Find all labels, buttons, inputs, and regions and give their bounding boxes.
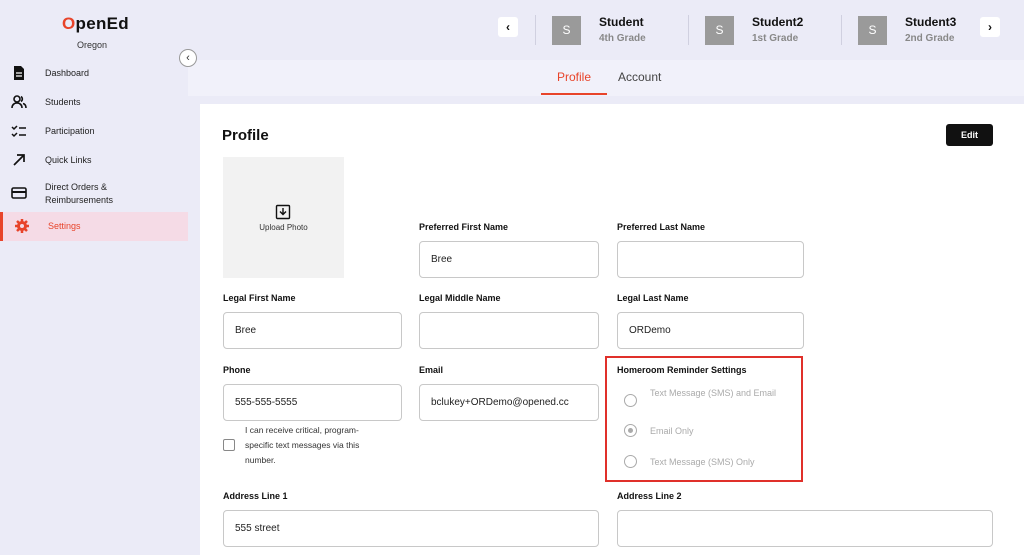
radio-email-only[interactable] — [624, 424, 637, 437]
sidebar-item-label: Participation — [45, 125, 95, 136]
sidebar-item-participation[interactable]: Participation — [0, 122, 188, 140]
address-line-1-field[interactable]: 555 street — [223, 510, 599, 547]
student-name: Student2 — [752, 15, 804, 29]
email-field[interactable]: bclukey+ORDemo@opened.cc — [419, 384, 599, 421]
sidebar: OpenEd Oregon Dashboard Students Partici… — [0, 0, 188, 555]
tab-account[interactable]: Account — [618, 70, 661, 84]
divider — [535, 15, 536, 45]
legal-first-name-label: Legal First Name — [223, 293, 296, 303]
sidebar-item-direct-orders[interactable]: Direct Orders & Reimbursements — [0, 180, 188, 208]
gear-icon — [15, 219, 29, 233]
student-grade: 4th Grade — [599, 33, 646, 44]
preferred-first-name-label: Preferred First Name — [419, 222, 509, 232]
divider — [841, 15, 842, 45]
address-line-2-field[interactable] — [617, 510, 993, 547]
sms-consent-label: I can receive critical, program-specific… — [245, 425, 360, 465]
student-name: Student3 — [905, 15, 957, 29]
sidebar-item-dashboard[interactable]: Dashboard — [0, 64, 188, 82]
profile-tabs: Profile Account — [188, 60, 1024, 96]
active-tab-indicator — [541, 93, 607, 95]
student-card[interactable]: S Student 4th Grade — [552, 14, 672, 46]
preferred-last-name-label: Preferred Last Name — [617, 222, 706, 232]
phone-label: Phone — [223, 365, 251, 375]
legal-middle-name-field[interactable] — [419, 312, 599, 349]
sidebar-item-label: Settings — [48, 221, 81, 231]
collapse-sidebar-button[interactable]: ‹ — [179, 49, 197, 67]
avatar: S — [858, 16, 887, 45]
page-title: Profile — [222, 127, 269, 144]
address-line-1-label: Address Line 1 — [223, 491, 288, 501]
email-label: Email — [419, 365, 444, 375]
student-card[interactable]: S Student3 2nd Grade — [858, 14, 978, 46]
sidebar-item-label: Dashboard — [45, 67, 90, 78]
avatar: S — [705, 16, 734, 45]
radio-sms-and-email[interactable] — [624, 394, 637, 407]
legal-last-name-label: Legal Last Name — [617, 293, 689, 303]
tab-profile[interactable]: Profile — [557, 70, 591, 84]
download-icon — [275, 204, 291, 220]
brand-logo[interactable]: OpenEd — [62, 14, 129, 34]
homeroom-reminder-label: Homeroom Reminder Settings — [617, 365, 747, 375]
avatar: S — [552, 16, 581, 45]
chevron-left-icon[interactable]: ‹ — [498, 17, 518, 37]
preferred-first-name-field[interactable]: Bree — [419, 241, 599, 278]
upload-photo-area[interactable]: Upload Photo — [223, 157, 344, 278]
users-icon — [11, 95, 27, 109]
divider — [688, 15, 689, 45]
student-grade: 1st Grade — [752, 33, 799, 44]
credit-card-icon — [11, 187, 27, 199]
phone-field[interactable]: 555-555-5555 — [223, 384, 402, 421]
legal-middle-name-label: Legal Middle Name — [419, 293, 501, 303]
sidebar-item-label: Direct Orders & Reimbursements — [45, 182, 114, 205]
sidebar-item-students[interactable]: Students — [0, 93, 188, 111]
student-grade: 2nd Grade — [905, 33, 955, 44]
radio-label: Text Message (SMS) Only — [650, 457, 755, 467]
legal-last-name-field[interactable]: ORDemo — [617, 312, 804, 349]
sidebar-item-label: Students — [45, 96, 81, 107]
sms-consent-checkbox[interactable] — [223, 439, 235, 451]
region-label: Oregon — [77, 40, 108, 50]
sidebar-item-settings[interactable]: Settings — [0, 212, 188, 241]
document-icon — [14, 66, 24, 80]
student-card[interactable]: S Student2 1st Grade — [705, 14, 825, 46]
radio-label: Text Message (SMS) and Email — [650, 388, 777, 398]
legal-first-name-field[interactable]: Bree — [223, 312, 402, 349]
edit-button[interactable]: Edit — [946, 124, 993, 146]
checklist-icon — [11, 125, 26, 138]
student-name: Student — [599, 15, 644, 29]
radio-label: Email Only — [650, 426, 694, 436]
radio-sms-only[interactable] — [624, 455, 637, 468]
sidebar-item-quick-links[interactable]: Quick Links — [0, 151, 188, 169]
chevron-right-icon[interactable]: › — [980, 17, 1000, 37]
arrow-up-right-icon — [13, 154, 25, 166]
sidebar-item-label: Quick Links — [45, 154, 92, 165]
student-switcher: ‹ S Student 4th Grade S Student2 1st Gra… — [188, 0, 1024, 60]
preferred-last-name-field[interactable] — [617, 241, 804, 278]
address-line-2-label: Address Line 2 — [617, 491, 682, 501]
upload-photo-label: Upload Photo — [259, 223, 308, 232]
